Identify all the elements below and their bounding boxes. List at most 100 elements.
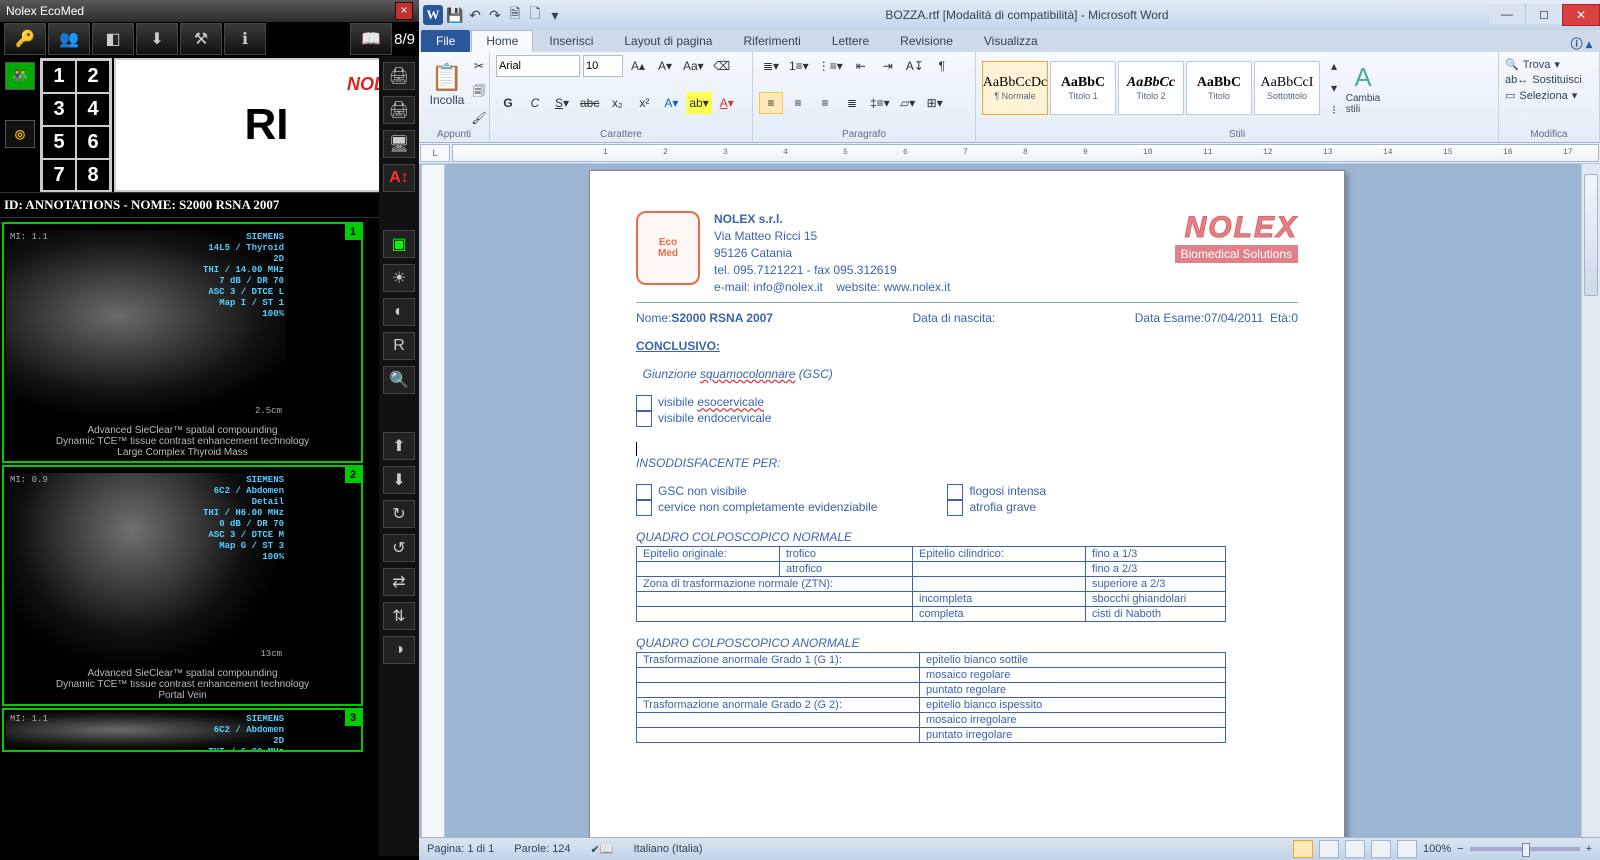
justify-icon[interactable]: ≣ [840, 92, 864, 114]
status-proof-icon[interactable]: ✔📖 [591, 843, 614, 856]
roi-grid[interactable]: 1 2 3 4 5 6 7 8 [40, 58, 112, 192]
select-icon[interactable]: ▣ [383, 230, 415, 258]
document-area[interactable]: EcoMed NOLEX s.r.l. Via Matteo Ricci 15 … [419, 164, 1582, 838]
roi-cell[interactable]: 6 [76, 126, 110, 159]
paste-button[interactable]: 📋Incolla [425, 55, 469, 113]
red-a-icon[interactable]: A↕ [383, 164, 415, 192]
inc-indent-icon[interactable]: ⇥ [876, 55, 900, 77]
zoom-thumb[interactable] [1522, 843, 1530, 857]
rotate-cw-icon[interactable]: ↻ [383, 500, 415, 528]
minimize-button[interactable]: — [1489, 4, 1525, 24]
superscript-icon[interactable]: x² [632, 92, 656, 114]
tab-mailings[interactable]: Lettere [817, 30, 884, 52]
tab-selector-icon[interactable]: L [420, 144, 450, 162]
download-icon[interactable]: ⬇ [136, 23, 178, 55]
roi-cell[interactable]: 8 [76, 159, 110, 192]
line-spacing-icon[interactable]: ‡≡▾ [867, 92, 893, 114]
checkbox-row[interactable]: cervice non completamente evidenziabile [636, 500, 877, 516]
arrow-up-icon[interactable]: ⬆ [383, 432, 415, 460]
flip-h-icon[interactable]: ⇄ [383, 568, 415, 596]
checkbox-icon[interactable] [636, 500, 652, 516]
select-button[interactable]: ▭ Seleziona ▾ [1505, 89, 1593, 102]
copy-icon[interactable]: 🗐 [467, 81, 491, 103]
numbering-icon[interactable]: 1≡▾ [786, 55, 812, 77]
redo-icon[interactable]: ↷ [485, 5, 505, 25]
shading-icon[interactable]: ▱▾ [896, 92, 920, 114]
tab-review[interactable]: Revisione [885, 30, 968, 52]
contrast-icon[interactable]: ◐ [383, 298, 415, 326]
change-case-icon[interactable]: Aa▾ [680, 55, 707, 77]
ruler-band[interactable]: 12345678910111213141516171819 [452, 144, 1599, 162]
horizontal-ruler[interactable]: L 12345678910111213141516171819 [419, 143, 1600, 164]
key-icon[interactable]: 🔑 [4, 23, 46, 55]
status-zoom[interactable]: 100% [1423, 843, 1451, 855]
save-icon[interactable]: 💾 [445, 5, 465, 25]
vertical-scrollbar[interactable] [1581, 164, 1600, 838]
tab-file[interactable]: File [421, 30, 470, 52]
halfmoon-icon[interactable]: ◑ [383, 636, 415, 664]
checkbox-row[interactable]: visibile endocervicale [636, 411, 1298, 427]
multilevel-icon[interactable]: ⋮≡▾ [815, 55, 846, 77]
ultrasound-image[interactable]: MI: 1.1 SIEMENS14L5 / Thyroid 2D THI / 1… [6, 230, 286, 420]
help-icon[interactable]: ⓘ ▴ [1571, 35, 1592, 52]
printer2-icon[interactable]: 🖨 [383, 96, 415, 124]
word-logo-icon[interactable]: W [423, 5, 443, 25]
ecomed-titlebar[interactable]: Nolex EcoMed × [0, 0, 419, 22]
bold-icon[interactable]: G [496, 92, 520, 114]
bullets-icon[interactable]: ≣▾ [759, 55, 783, 77]
find-button[interactable]: 🔍 Trova ▾ [1505, 58, 1593, 71]
checkbox-row[interactable]: flogosi intensa [947, 484, 1046, 500]
status-language[interactable]: Italiano (Italia) [633, 843, 702, 855]
close-button[interactable]: ✕ [1562, 4, 1600, 26]
text-effects-icon[interactable]: A▾ [659, 92, 683, 114]
style-title[interactable]: AaBbCTitolo [1186, 61, 1252, 115]
ultrasound-image[interactable]: MI: 1.1 SIEMENS6C2 / Abdomen 2D THI / 6.… [6, 712, 286, 752]
tab-home[interactable]: Home [471, 30, 533, 52]
roi-cell[interactable]: 4 [76, 93, 110, 126]
format-painter-icon[interactable]: 🖌 [467, 107, 491, 129]
view-draft-icon[interactable] [1397, 840, 1417, 858]
dec-indent-icon[interactable]: ⇤ [849, 55, 873, 77]
roi-cell[interactable]: 7 [42, 159, 76, 192]
checkbox-icon[interactable] [947, 484, 963, 500]
brightness-icon[interactable]: ☀ [383, 264, 415, 292]
eraser-icon[interactable]: ◧ [92, 23, 134, 55]
checkbox-icon[interactable] [636, 395, 652, 411]
thumbnail[interactable]: 1 MI: 1.1 SIEMENS14L5 / Thyroid 2D THI /… [2, 222, 363, 463]
users-icon[interactable]: 👥 [48, 23, 90, 55]
roi-cell[interactable]: 1 [42, 60, 76, 93]
zoom-in-icon[interactable]: + [1586, 843, 1592, 855]
sort-icon[interactable]: A↧ [903, 55, 927, 77]
grow-font-icon[interactable]: A▴ [626, 55, 650, 77]
zoom-out-icon[interactable]: − [1457, 843, 1463, 855]
thumbnail[interactable]: 3 MI: 1.1 SIEMENS6C2 / Abdomen 2D THI / … [2, 708, 363, 752]
style-heading2[interactable]: AaBbCcTitolo 2 [1118, 61, 1184, 115]
tab-references[interactable]: Riferimenti [728, 30, 815, 52]
undo-icon[interactable]: ↶ [465, 5, 485, 25]
font-color-icon[interactable]: A▾ [715, 92, 739, 114]
thumbnail-list[interactable]: 1 MI: 1.1 SIEMENS14L5 / Thyroid 2D THI /… [0, 220, 365, 860]
italic-icon[interactable]: C [523, 92, 547, 114]
zoom-slider[interactable] [1470, 847, 1580, 851]
qat-icon[interactable]: 🗎 [505, 5, 525, 25]
rotate-ccw-icon[interactable]: ↺ [383, 534, 415, 562]
highlight-icon[interactable]: ab▾ [686, 92, 711, 114]
checkbox-icon[interactable] [947, 500, 963, 516]
reset-icon[interactable]: R [383, 332, 415, 360]
view-read-icon[interactable] [1319, 840, 1339, 858]
status-words[interactable]: Parole: 124 [514, 843, 570, 855]
shrink-font-icon[interactable]: A▾ [653, 55, 677, 77]
strike-icon[interactable]: abc [577, 92, 602, 114]
status-page[interactable]: Pagina: 1 di 1 [427, 843, 494, 855]
word-titlebar[interactable]: W 💾 ↶ ↷ 🗎 🗋 ▾ BOZZA.rtf [Modalità di com… [419, 0, 1600, 30]
style-normal[interactable]: AaBbCcDc¶ Normale [982, 61, 1048, 115]
font-name-input[interactable] [496, 55, 580, 77]
people-icon[interactable]: 👫 [5, 62, 35, 90]
align-right-icon[interactable]: ≡ [813, 92, 837, 114]
checkbox-row[interactable]: GSC non visibile [636, 484, 877, 500]
book-icon[interactable]: 📖 [350, 23, 392, 55]
close-icon[interactable]: × [395, 2, 413, 20]
flip-v-icon[interactable]: ⇅ [383, 602, 415, 630]
view-outline-icon[interactable] [1371, 840, 1391, 858]
chevron-down-icon[interactable]: ▾ [545, 5, 565, 25]
